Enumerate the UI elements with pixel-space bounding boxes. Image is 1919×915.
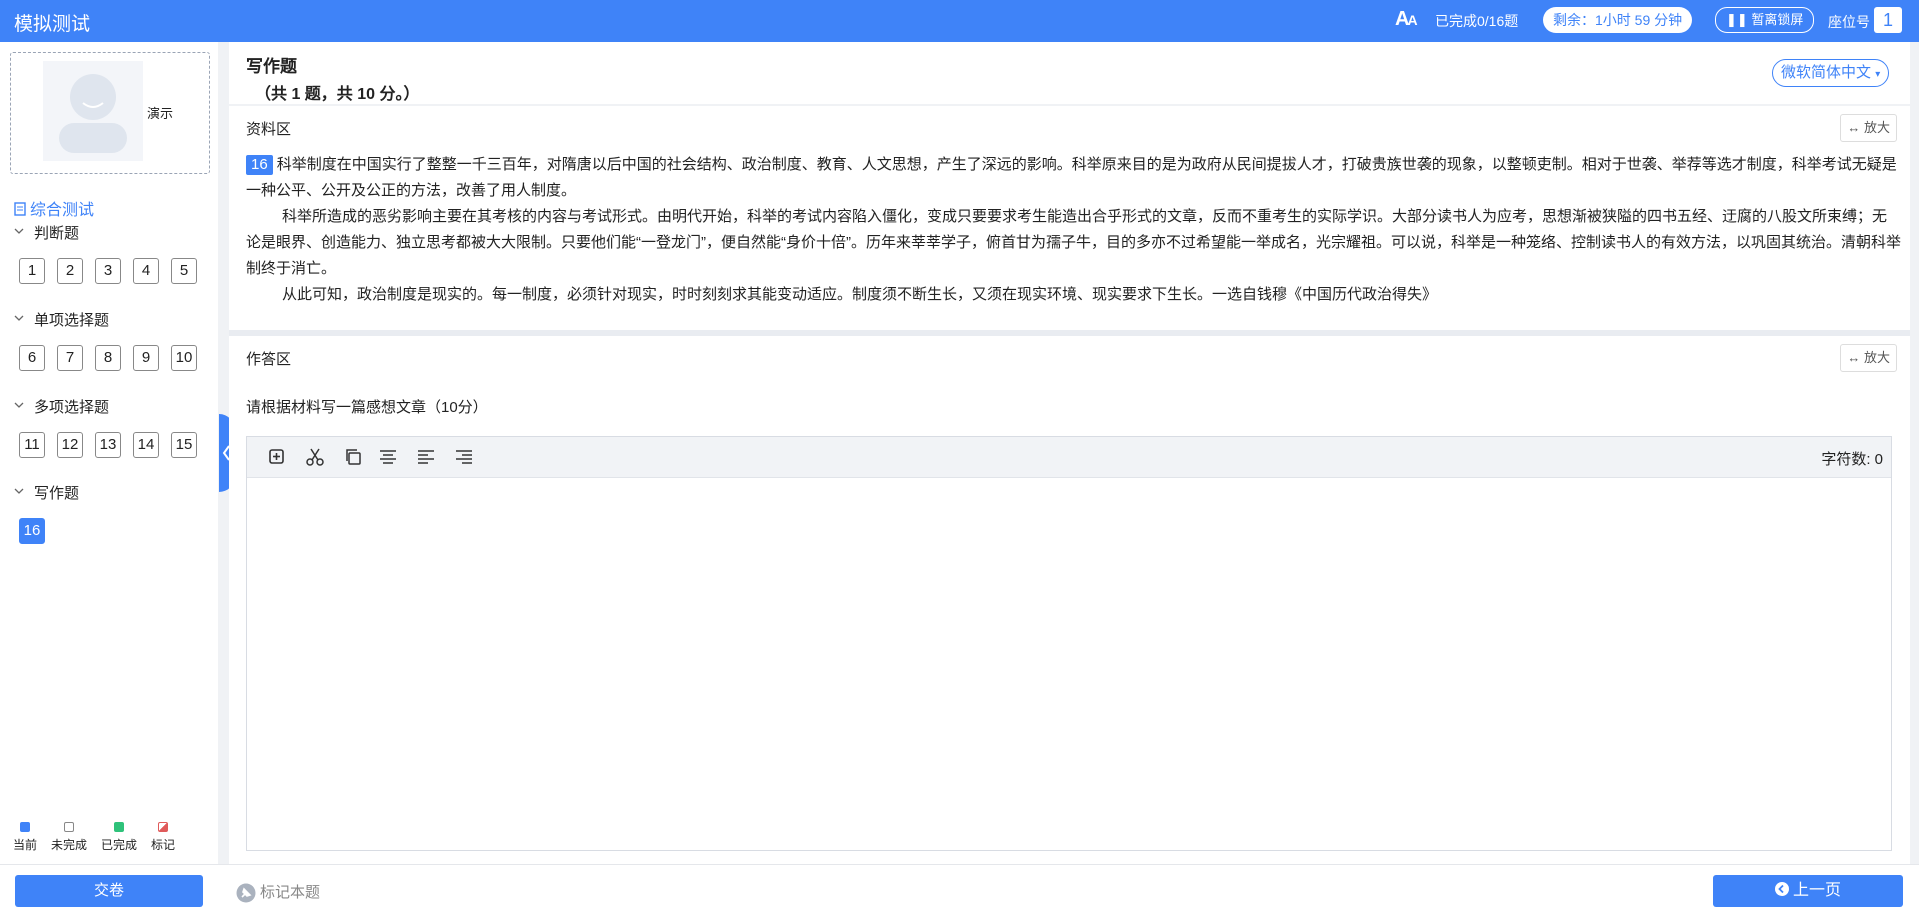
material-zoom-button[interactable]: ↔ 放大 [1840, 114, 1897, 142]
question-button-14[interactable]: 14 [133, 432, 159, 458]
section-subtitle: （共 1 题，共 10 分。） [255, 86, 420, 103]
legend-marked: 标记 [151, 822, 175, 853]
material-paragraph: 16 科举制度在中国实行了整整一千三百年，对隋唐以后中国的社会结构、政治制度、教育… [246, 155, 1897, 199]
status-legend: 当前 未完成 已完成 标记 [13, 822, 189, 853]
paste-icon[interactable] [267, 447, 287, 467]
align-right-icon[interactable] [454, 447, 474, 467]
editor-toolbar: 字符数: 0 [247, 437, 1891, 478]
section-header: 写作题 （共 1 题，共 10 分。） 微软简体中文 ▾ [229, 42, 1910, 104]
chevron-down-icon [14, 402, 24, 408]
group-title[interactable]: 单项选择题 [14, 310, 204, 332]
material-paragraph: 从此可知，政治制度是现实的。每一制度，必须针对现实，时时刻刻求其能变动适应。制度… [282, 286, 1438, 303]
material-paragraph: 科举所造成的恶劣影响主要在其考核的内容与考试形式。由明代开始，科举的考试内容陷入… [246, 208, 1901, 277]
mark-question-button[interactable]: 标记本题 [236, 881, 320, 903]
question-button-11[interactable]: 11 [19, 432, 45, 458]
material-panel: 资料区 ↔ 放大 16 科举制度在中国实行了整整一千三百年，对隋唐以后中国的社会结… [229, 106, 1910, 330]
chevron-down-icon [14, 228, 24, 234]
group-title[interactable]: 判断题 [14, 223, 204, 245]
group-title[interactable]: 多项选择题 [14, 397, 204, 419]
question-button-12[interactable]: 12 [57, 432, 83, 458]
group-single-choice: 单项选择题 6 7 8 9 10 [14, 310, 204, 371]
pause-icon: ❚❚ [1726, 12, 1752, 27]
char-count: 字符数: 0 [1821, 451, 1883, 468]
pause-lock-button[interactable]: ❚❚ 暂离锁屏 [1715, 7, 1815, 33]
group-multi-choice: 多项选择题 11 12 13 14 15 [14, 397, 204, 458]
copy-icon[interactable] [343, 447, 363, 467]
answer-panel: 作答区 ↔ 放大 请根据材料写一篇感想文章（10分） 字符数: 0 [229, 336, 1910, 864]
question-button-10[interactable]: 10 [171, 345, 197, 371]
expand-icon: ↔ [1847, 120, 1861, 135]
tree-root-label: 综合测试 [30, 202, 95, 219]
question-prompt: 请根据材料写一篇感想文章（10分） [246, 399, 488, 416]
submit-exam-button[interactable]: 交卷 [15, 875, 203, 907]
scissors-icon[interactable] [305, 447, 325, 467]
group-title[interactable]: 写作题 [14, 483, 79, 505]
question-button-15[interactable]: 15 [171, 432, 197, 458]
tree-root-exam[interactable]: 综合测试 [14, 196, 94, 220]
question-button-4[interactable]: 4 [133, 258, 159, 284]
question-button-5[interactable]: 5 [171, 258, 197, 284]
question-button-3[interactable]: 3 [95, 258, 121, 284]
question-button-6[interactable]: 6 [19, 345, 45, 371]
question-button-1[interactable]: 1 [19, 258, 45, 284]
bottom-bar: 交卷 标记本题 上一页 [0, 864, 1919, 915]
avatar [43, 61, 143, 161]
question-button-16[interactable]: 16 [19, 518, 45, 544]
expand-icon: ↔ [1847, 350, 1861, 365]
top-bar: 模拟测试 AA 已完成0/16题 剩余：1小时 59 分钟 ❚❚ 暂离锁屏 座位… [0, 0, 1919, 42]
question-button-8[interactable]: 8 [95, 345, 121, 371]
question-button-2[interactable]: 2 [57, 258, 83, 284]
arrow-left-circle-icon [1774, 882, 1789, 896]
legend-complete: 已完成 [101, 822, 137, 853]
chevron-down-icon [14, 488, 24, 494]
group-true-false: 判断题 1 2 3 4 5 [14, 223, 204, 284]
timer-badge: 剩余：1小时 59 分钟 [1543, 7, 1693, 33]
progress-text: 已完成0/16题 [1435, 13, 1519, 29]
user-card: 演示 [10, 52, 210, 174]
pin-icon [236, 883, 256, 903]
answer-editor[interactable]: 字符数: 0 [246, 436, 1892, 851]
language-select[interactable]: 微软简体中文 ▾ [1772, 59, 1890, 87]
align-left-icon[interactable] [416, 447, 436, 467]
group-writing: 写作题 16 [14, 483, 79, 544]
legend-current: 当前 [13, 822, 37, 853]
legend-incomplete: 未完成 [51, 822, 87, 853]
material-text: 16 科举制度在中国实行了整整一千三百年，对隋唐以后中国的社会结构、政治制度、教育… [246, 152, 1901, 308]
user-name: 演示 [147, 106, 174, 121]
prev-page-button[interactable]: 上一页 [1713, 875, 1903, 907]
answer-label: 作答区 [246, 351, 292, 368]
caret-down-icon: ▾ [1875, 69, 1881, 80]
section-title: 写作题 [246, 57, 297, 76]
chevron-down-icon [14, 315, 24, 321]
document-icon [14, 202, 26, 216]
seat-label: 座位号 [1828, 14, 1870, 30]
question-sidebar: 演示 综合测试 判断题 1 2 3 4 5 单项选择题 6 7 8 9 10 多… [0, 42, 218, 864]
question-button-9[interactable]: 9 [133, 345, 159, 371]
seat-number: 1 [1874, 7, 1902, 33]
font-size-icon[interactable]: AA [1395, 8, 1418, 31]
question-number-badge: 16 [246, 155, 273, 175]
question-button-7[interactable]: 7 [57, 345, 83, 371]
app-title: 模拟测试 [14, 14, 91, 35]
question-button-13[interactable]: 13 [95, 432, 121, 458]
answer-zoom-button[interactable]: ↔ 放大 [1840, 344, 1897, 372]
align-center-icon[interactable] [378, 447, 398, 467]
pause-label: 暂离锁屏 [1751, 12, 1804, 27]
material-label: 资料区 [246, 121, 292, 138]
